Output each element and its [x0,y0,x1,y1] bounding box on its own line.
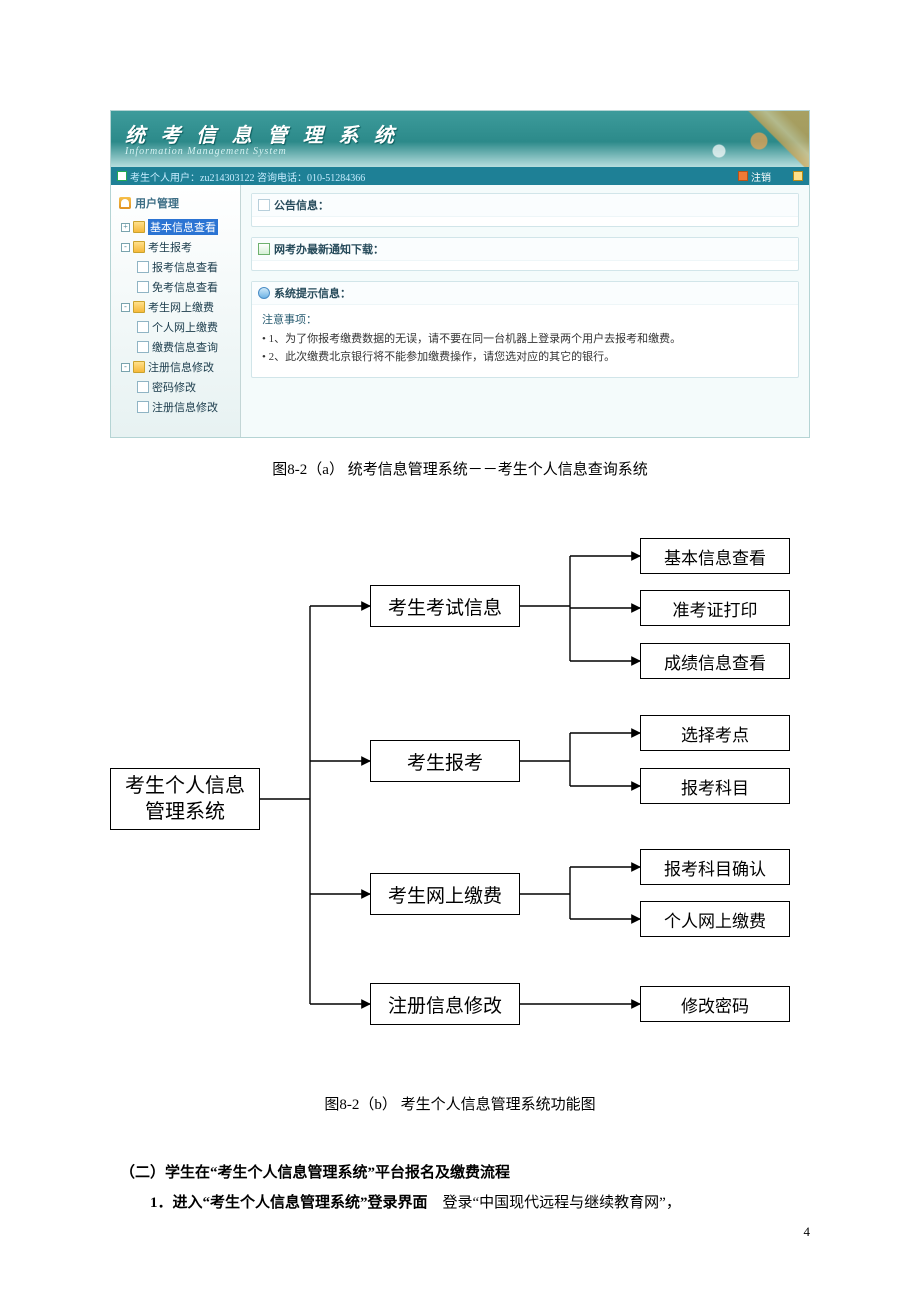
info-icon [258,287,270,299]
tree-node-exam-register[interactable]: - 考生报考 [119,237,240,257]
folder-icon [133,221,145,233]
sidebar: 用户管理 + 基本信息查看 - 考生报考 报考信息查看 [111,185,241,437]
diagram-leaf-select-site: 选择考点 [640,715,790,751]
document-text: （二）学生在“考生个人信息管理系统”平台报名及缴费流程 1．进入“考生个人信息管… [120,1158,800,1218]
tree-node-online-pay[interactable]: - 考生网上缴费 [119,297,240,317]
folder-icon [133,301,145,313]
download-icon [258,243,270,255]
diagram-leaf-change-pwd: 修改密码 [640,986,790,1022]
step-1-bold: 1．进入“考生个人信息管理系统”登录界面 [150,1195,428,1211]
page-icon [137,261,149,273]
expand-icon[interactable] [793,171,803,181]
app-topbar: 考生个人用户：zu214303122 咨询电话：010-51284366 注销 [111,167,809,185]
app-banner: 统 考 信 息 管 理 系 统 Information Management S… [111,111,809,167]
page-icon [137,381,149,393]
figure-caption-b: 图8-2（b） 考生个人信息管理系统功能图 [0,1093,920,1114]
diagram-root: 考生个人信息 管理系统 [110,768,260,830]
diagram-mid-exam-info: 考生考试信息 [370,585,520,627]
page-icon [137,341,149,353]
diagram-mid-reg-modify: 注册信息修改 [370,983,520,1025]
section-heading: （二）学生在“考生个人信息管理系统”平台报名及缴费流程 [120,1165,510,1181]
user-management-icon [119,197,131,209]
sidebar-title: 用户管理 [115,189,240,217]
page-number: 4 [804,1224,811,1240]
diagram-leaf-personal-pay: 个人网上缴费 [640,901,790,937]
content-pane: 公告信息： 网考办最新通知下载： 系统提示信息： 注意事项： [241,185,809,437]
page-icon [137,321,149,333]
logout-link[interactable]: 注销 [751,169,771,184]
announcement-icon [258,199,270,211]
diagram-mid-register: 考生报考 [370,740,520,782]
figure-caption-a: 图8-2（a） 统考信息管理系统－－考生个人信息查询系统 [0,458,920,479]
notice-line-1: • 1、为了你报考缴费数据的无误，请不要在同一台机器上登录两个用户去报考和缴费。 [262,330,788,349]
panel-download: 网考办最新通知下载： [251,237,799,271]
tree-child-register-info[interactable]: 报考信息查看 [119,257,240,277]
banner-decoration [689,111,809,167]
diagram-mid-online-pay: 考生网上缴费 [370,873,520,915]
logout-icon [738,171,748,181]
tree-toggle-icon[interactable]: + [121,223,130,232]
folder-icon [133,241,145,253]
tree-child-reg-modify[interactable]: 注册信息修改 [119,397,240,417]
tree-child-pay-query[interactable]: 缴费信息查询 [119,337,240,357]
function-diagram: 考生个人信息 管理系统 考生考试信息 考生报考 考生网上缴费 注册信息修改 基本… [100,523,820,1063]
tree-node-basic-info[interactable]: + 基本信息查看 [119,217,240,237]
page-icon [137,281,149,293]
user-indicator-icon [117,171,127,181]
folder-icon [133,361,145,373]
notice-line-2: • 2、此次缴费北京银行将不能参加缴费操作，请您选对应的其它的银行。 [262,348,788,367]
app-window: 统 考 信 息 管 理 系 统 Information Management S… [110,110,810,438]
diagram-leaf-basic-info: 基本信息查看 [640,538,790,574]
diagram-leaf-admit-print: 准考证打印 [640,590,790,626]
tree-toggle-icon[interactable]: - [121,243,130,252]
panel-system-tip: 系统提示信息： 注意事项： • 1、为了你报考缴费数据的无误，请不要在同一台机器… [251,281,799,378]
notice-heading: 注意事项： [262,311,788,330]
panel-announcement: 公告信息： [251,193,799,227]
tree-toggle-icon[interactable]: - [121,363,130,372]
step-1-text: 登录“中国现代远程与继续教育网”， [428,1195,681,1211]
diagram-leaf-subj-confirm: 报考科目确认 [640,849,790,885]
topbar-user-info: 考生个人用户：zu214303122 咨询电话：010-51284366 [130,169,365,184]
diagram-leaf-select-subj: 报考科目 [640,768,790,804]
tree-node-reg-modify[interactable]: - 注册信息修改 [119,357,240,377]
sidebar-tree: + 基本信息查看 - 考生报考 报考信息查看 [115,217,240,417]
diagram-leaf-score-view: 成绩信息查看 [640,643,790,679]
tree-child-exempt-info[interactable]: 免考信息查看 [119,277,240,297]
tree-toggle-icon[interactable]: - [121,303,130,312]
tree-child-pwd-modify[interactable]: 密码修改 [119,377,240,397]
tree-child-personal-pay[interactable]: 个人网上缴费 [119,317,240,337]
page-icon [137,401,149,413]
